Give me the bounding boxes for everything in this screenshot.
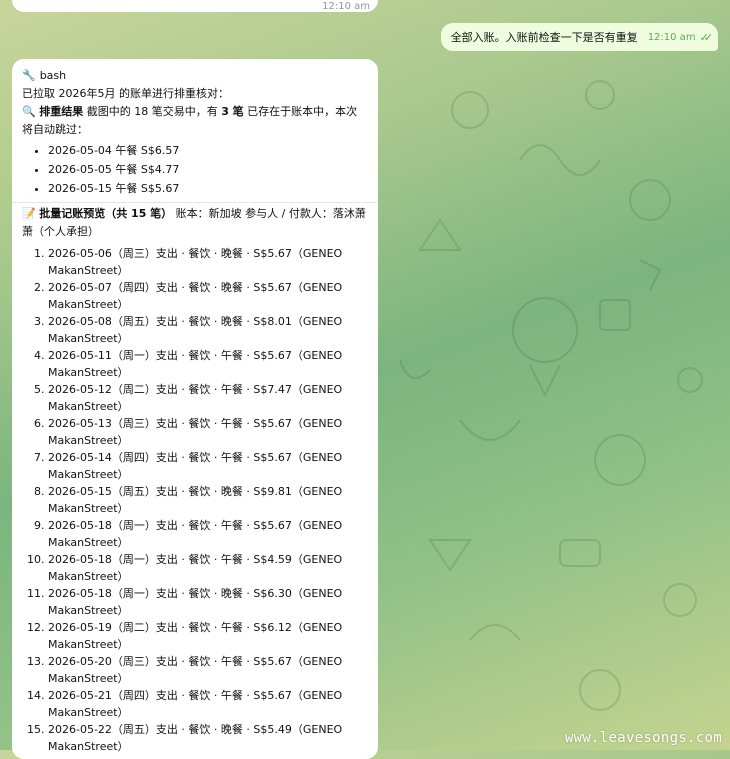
preview-paren-a: （共	[105, 207, 132, 220]
entry-line1: 2026-05-22（周五）支出 · 餐饮 · 晚餐 · S$5.49（GENE…	[48, 723, 343, 736]
intro-text: 已拉取 2026年5月 的账单进行排重核对：	[22, 87, 229, 100]
entry-line2: MakanStreet）	[48, 400, 129, 413]
list-item: 2026-05-18（周一）支出 · 餐饮 · 晚餐 · S$6.30（GENE…	[48, 585, 368, 619]
message-time: 12:10 am	[322, 1, 370, 12]
list-item: 2026-05-15 午餐 S$5.67	[48, 179, 368, 198]
entry-list: 2026-05-06（周三）支出 · 餐饮 · 晚餐 · S$5.67（GENE…	[22, 245, 368, 755]
list-item: 2026-05-11（周一）支出 · 餐饮 · 午餐 · S$5.67（GENE…	[48, 347, 368, 381]
list-item: 2026-05-07（周四）支出 · 餐饮 · 晚餐 · S$5.67（GENE…	[48, 279, 368, 313]
entry-line2: MakanStreet）	[48, 434, 129, 447]
list-item: 2026-05-12（周二）支出 · 餐饮 · 午餐 · S$7.47（GENE…	[48, 381, 368, 415]
entry-line1: 2026-05-18（周一）支出 · 餐饮 · 午餐 · S$4.59（GENE…	[48, 553, 343, 566]
message-time: 12:10 am	[647, 31, 696, 43]
list-item: 2026-05-05 午餐 S$4.77	[48, 160, 368, 179]
list-item: 2026-05-06（周三）支出 · 餐饮 · 晚餐 · S$5.67（GENE…	[48, 245, 368, 279]
list-item: 2026-05-15（周五）支出 · 餐饮 · 晚餐 · S$9.81（GENE…	[48, 483, 368, 517]
preview-title: 批量记账预览	[39, 207, 106, 220]
entry-line1: 2026-05-15（周五）支出 · 餐饮 · 晚餐 · S$9.81（GENE…	[48, 485, 343, 498]
preview-paren-b: ）	[161, 207, 173, 220]
dedup-summary: 🔍 排重结果 截图中的 18 笔交易中，有 3 笔 已存在于账本中，本次将自动跳…	[22, 103, 368, 139]
entry-line1: 2026-05-11（周一）支出 · 餐饮 · 午餐 · S$5.67（GENE…	[48, 349, 343, 362]
entry-line1: 2026-05-08（周五）支出 · 餐饮 · 晚餐 · S$8.01（GENE…	[48, 315, 343, 328]
watermark: www.leavesongs.com	[564, 730, 722, 746]
entry-line2: MakanStreet）	[48, 570, 129, 583]
outgoing-message-text: 全部入账。入账前检查一下是否有重复	[450, 31, 638, 44]
entry-line1: 2026-05-18（周一）支出 · 餐饮 · 晚餐 · S$6.30（GENE…	[48, 587, 343, 600]
memo-icon: 📝	[22, 207, 36, 220]
entry-line2: MakanStreet）	[48, 366, 129, 379]
previous-message-bubble: 12:10 am	[12, 0, 378, 12]
magnifier-icon: 🔍	[22, 105, 36, 118]
entry-line2: MakanStreet）	[48, 604, 129, 617]
dedup-title: 排重结果	[39, 105, 84, 118]
entry-line2: MakanStreet）	[48, 536, 129, 549]
entry-line2: MakanStreet）	[48, 638, 129, 651]
dedup-text-a: 截图中的 18 笔交易中，有	[83, 105, 222, 118]
entry-line1: 2026-05-12（周二）支出 · 餐饮 · 午餐 · S$7.47（GENE…	[48, 383, 343, 396]
skipped-list: 2026-05-04 午餐 S$6.57 2026-05-05 午餐 S$4.7…	[22, 141, 368, 198]
list-item: 2026-05-21（周四）支出 · 餐饮 · 午餐 · S$5.67（GENE…	[48, 687, 368, 721]
list-item: 2026-05-19（周二）支出 · 餐饮 · 午餐 · S$6.12（GENE…	[48, 619, 368, 653]
entry-line2: MakanStreet）	[48, 502, 129, 515]
entry-line2: MakanStreet）	[48, 706, 129, 719]
entry-line1: 2026-05-19（周二）支出 · 餐饮 · 午餐 · S$6.12（GENE…	[48, 621, 343, 634]
entry-line1: 2026-05-06（周三）支出 · 餐饮 · 晚餐 · S$5.67（GENE…	[48, 247, 343, 260]
wrench-icon: 🔧	[22, 69, 36, 82]
list-item: 2026-05-04 午餐 S$6.57	[48, 141, 368, 160]
incoming-message-bubble[interactable]: 🔧 bash 已拉取 2026年5月 的账单进行排重核对： 🔍 排重结果 截图中…	[12, 59, 378, 759]
list-item: 2026-05-18（周一）支出 · 餐饮 · 午餐 · S$4.59（GENE…	[48, 551, 368, 585]
divider	[12, 202, 378, 203]
entry-line2: MakanStreet）	[48, 672, 129, 685]
entry-line1: 2026-05-07（周四）支出 · 餐饮 · 晚餐 · S$5.67（GENE…	[48, 281, 343, 294]
entry-line2: MakanStreet）	[48, 298, 129, 311]
entry-line1: 2026-05-18（周一）支出 · 餐饮 · 午餐 · S$5.67（GENE…	[48, 519, 343, 532]
list-item: 2026-05-18（周一）支出 · 餐饮 · 午餐 · S$5.67（GENE…	[48, 517, 368, 551]
dedup-count: 3 笔	[221, 105, 244, 118]
message-header: 🔧 bash	[22, 67, 368, 85]
preview-count: 15 笔	[131, 207, 162, 220]
list-item: 2026-05-20（周三）支出 · 餐饮 · 午餐 · S$5.67（GENE…	[48, 653, 368, 687]
entry-line1: 2026-05-20（周三）支出 · 餐饮 · 午餐 · S$5.67（GENE…	[48, 655, 343, 668]
entry-line1: 2026-05-21（周四）支出 · 餐饮 · 午餐 · S$5.67（GENE…	[48, 689, 343, 702]
entry-line2: MakanStreet）	[48, 740, 129, 753]
list-item: 2026-05-13（周三）支出 · 餐饮 · 午餐 · S$5.67（GENE…	[48, 415, 368, 449]
entry-line2: MakanStreet）	[48, 264, 129, 277]
entry-line1: 2026-05-13（周三）支出 · 餐饮 · 午餐 · S$5.67（GENE…	[48, 417, 343, 430]
entry-line2: MakanStreet）	[48, 332, 129, 345]
outgoing-message-bubble[interactable]: 全部入账。入账前检查一下是否有重复 12:10 am ✓✓	[440, 23, 718, 51]
list-item: 2026-05-08（周五）支出 · 餐饮 · 晚餐 · S$8.01（GENE…	[48, 313, 368, 347]
preview-summary: 📝 批量记账预览（共 15 笔） 账本：新加坡 参与人 / 付款人：落沐萧萧（个…	[22, 205, 368, 241]
entry-line1: 2026-05-14（周四）支出 · 餐饮 · 午餐 · S$5.67（GENE…	[48, 451, 343, 464]
double-check-icon: ✓✓	[699, 30, 714, 44]
list-item: 2026-05-14（周四）支出 · 餐饮 · 午餐 · S$5.67（GENE…	[48, 449, 368, 483]
entry-line2: MakanStreet）	[48, 468, 129, 481]
message-header-label: bash	[39, 69, 67, 82]
